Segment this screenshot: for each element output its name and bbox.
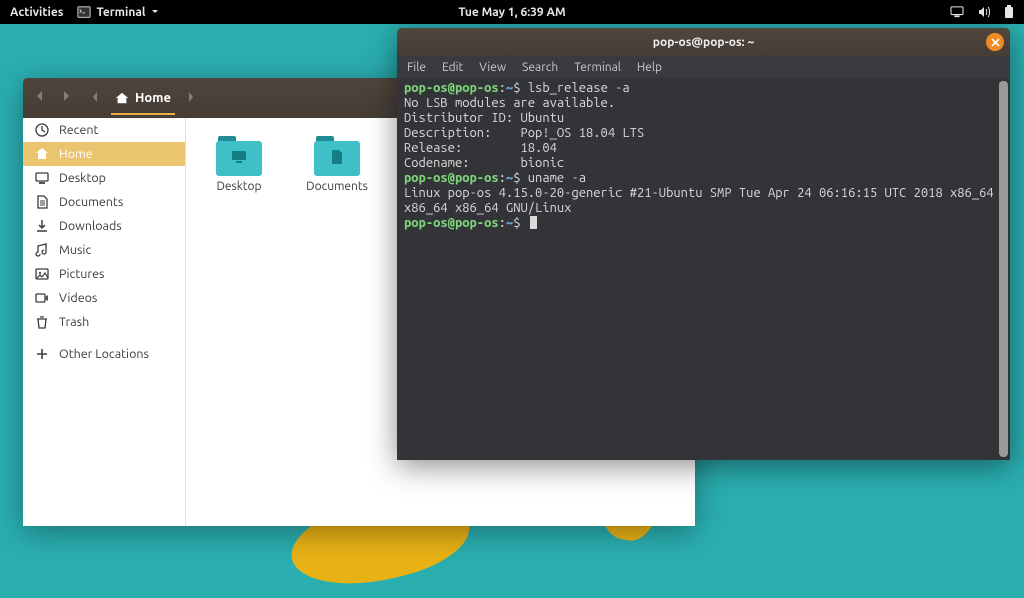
terminal-title: pop-os@pop-os: ~ (653, 36, 754, 49)
folder-icon (314, 136, 360, 176)
sidebar-item-videos[interactable]: Videos (23, 286, 185, 310)
location-home[interactable]: Home (111, 82, 175, 115)
sidebar-item-label: Recent (59, 123, 98, 137)
trash-icon (35, 315, 49, 329)
clock[interactable]: Tue May 1, 6:39 AM (458, 6, 565, 19)
sidebar-item-label: Other Locations (59, 347, 149, 361)
close-icon (991, 38, 1000, 47)
sidebar-item-trash[interactable]: Trash (23, 310, 185, 334)
terminal-menubar: File Edit View Search Terminal Help (397, 56, 1010, 78)
sidebar-item-label: Videos (59, 291, 97, 305)
top-panel: Activities Terminal Tue May 1, 6:39 AM (0, 0, 1024, 24)
terminal-body[interactable]: pop-os@pop-os:~$ lsb_release -aNo LSB mo… (397, 78, 1010, 460)
terminal-titlebar[interactable]: pop-os@pop-os: ~ (397, 28, 1010, 56)
documents-icon (35, 195, 49, 209)
back-button[interactable] (33, 89, 47, 107)
path-back-icon (91, 89, 99, 107)
forward-button[interactable] (59, 89, 73, 107)
chevron-down-icon (151, 8, 159, 16)
music-icon (35, 243, 49, 257)
videos-icon (35, 291, 49, 305)
folder-documents[interactable]: Documents (302, 136, 372, 193)
battery-icon (1004, 5, 1014, 19)
cursor (530, 216, 537, 229)
terminal-icon (77, 5, 91, 19)
sidebar-item-other[interactable]: Other Locations (23, 342, 185, 366)
terminal-window: pop-os@pop-os: ~ File Edit View Search Termi… (397, 28, 1010, 460)
sidebar-item-label: Pictures (59, 267, 104, 281)
sidebar-item-home[interactable]: Home (23, 142, 185, 166)
clock-icon (35, 123, 49, 137)
desktop-icon (35, 171, 49, 185)
file-manager-sidebar: Recent Home Desktop Documents Downloads Music… (23, 118, 186, 526)
app-menu[interactable]: Terminal (77, 5, 158, 19)
folder-label: Documents (306, 180, 368, 193)
sidebar-item-recent[interactable]: Recent (23, 118, 185, 142)
sidebar-item-pictures[interactable]: Pictures (23, 262, 185, 286)
menu-search[interactable]: Search (522, 61, 558, 74)
system-status-area[interactable] (950, 5, 1014, 19)
folder-icon (216, 136, 262, 176)
sidebar-item-downloads[interactable]: Downloads (23, 214, 185, 238)
menu-view[interactable]: View (479, 61, 506, 74)
sidebar-item-label: Music (59, 243, 91, 257)
sidebar-item-label: Trash (59, 315, 89, 329)
scrollbar-thumb[interactable] (999, 81, 1008, 457)
plus-icon (35, 347, 49, 361)
sidebar-item-label: Desktop (59, 171, 106, 185)
close-button[interactable] (986, 33, 1004, 51)
home-icon (35, 147, 49, 161)
activities-button[interactable]: Activities (10, 6, 63, 19)
location-label: Home (135, 91, 171, 105)
sidebar-item-label: Documents (59, 195, 123, 209)
sidebar-item-label: Downloads (59, 219, 122, 233)
app-menu-label: Terminal (96, 6, 145, 19)
sidebar-item-desktop[interactable]: Desktop (23, 166, 185, 190)
home-icon (115, 91, 129, 105)
sidebar-item-documents[interactable]: Documents (23, 190, 185, 214)
terminal-scrollbar[interactable] (999, 81, 1008, 457)
folder-desktop[interactable]: Desktop (204, 136, 274, 193)
folder-label: Desktop (216, 180, 261, 193)
sidebar-item-music[interactable]: Music (23, 238, 185, 262)
downloads-icon (35, 219, 49, 233)
volume-icon (978, 6, 990, 18)
menu-file[interactable]: File (407, 61, 426, 74)
menu-terminal[interactable]: Terminal (574, 61, 621, 74)
display-icon (950, 6, 964, 18)
pictures-icon (35, 267, 49, 281)
path-forward-icon (187, 89, 195, 107)
sidebar-item-label: Home (59, 147, 93, 161)
menu-edit[interactable]: Edit (442, 61, 463, 74)
menu-help[interactable]: Help (637, 61, 662, 74)
